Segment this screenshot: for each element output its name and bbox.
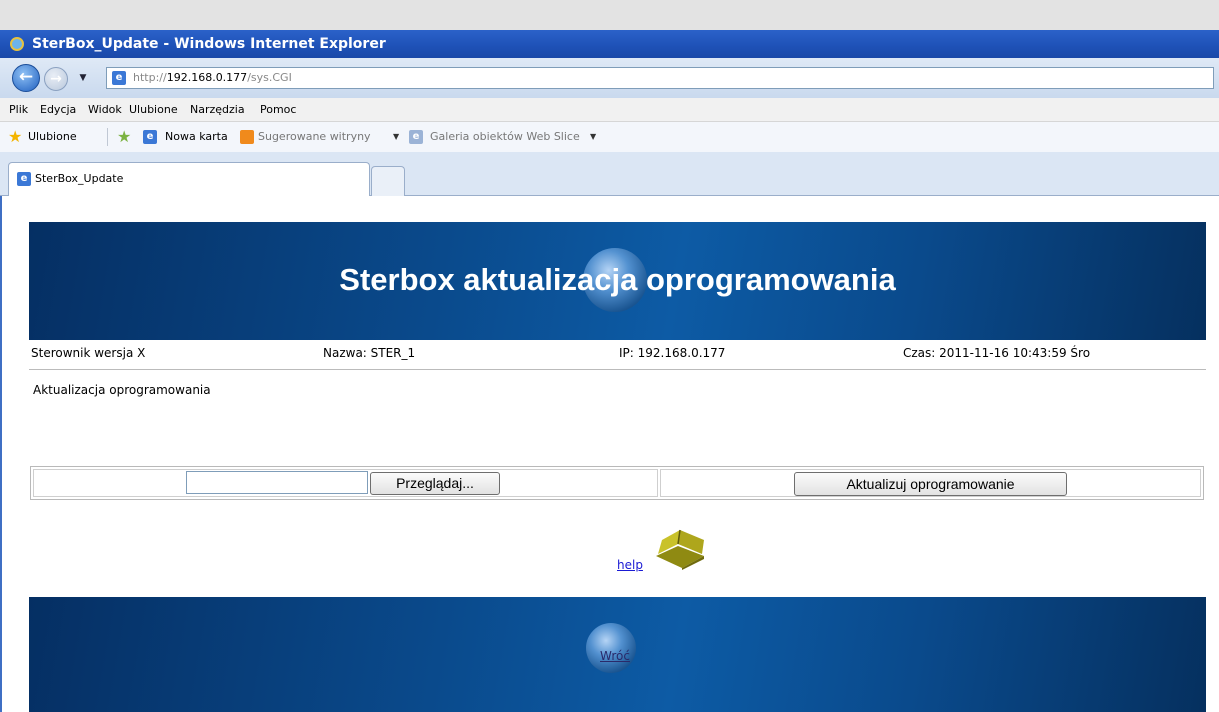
controller-ip: IP: 192.168.0.177 <box>619 346 726 360</box>
section-heading: Aktualizacja oprogramowania <box>33 383 211 397</box>
menu-item-edit[interactable]: Edycja <box>40 98 76 122</box>
favorites-separator <box>107 128 108 146</box>
file-path-input[interactable] <box>186 471 368 494</box>
address-bar[interactable]: e http://192.168.0.177/sys.CGI <box>106 67 1214 89</box>
add-favorite-icon[interactable]: ★ <box>117 127 131 146</box>
tab-label: SterBox_Update <box>35 172 124 185</box>
tab-bar: e SterBox_Update <box>0 152 1219 196</box>
status-info-row: Sterownik wersja X Nazwa: STER_1 IP: 192… <box>29 340 1206 370</box>
window-titlebar[interactable]: SterBox_Update - Windows Internet Explor… <box>0 30 1219 58</box>
url-host: 192.168.0.177 <box>166 71 248 84</box>
new-tab-link[interactable]: Nowa karta <box>165 122 228 152</box>
help-book-icon[interactable] <box>652 526 710 570</box>
window-title: SterBox_Update - Windows Internet Explor… <box>32 36 386 52</box>
controller-version: Sterownik wersja X <box>31 346 146 360</box>
navigation-bar: ← → ▼ e http://192.168.0.177/sys.CGI <box>0 58 1219 98</box>
favorites-star-icon: ★ <box>8 127 23 146</box>
menu-item-tools[interactable]: Narzędzia <box>190 98 245 122</box>
update-firmware-button[interactable]: Aktualizuj oprogramowanie <box>794 472 1067 496</box>
menu-item-help[interactable]: Pomoc <box>260 98 296 122</box>
url-scheme: http:// <box>133 71 167 84</box>
webslice-gallery-link[interactable]: Galeria obiektów Web Slice <box>430 122 580 152</box>
tab-sterbox-update[interactable]: e SterBox_Update <box>8 162 370 196</box>
window-left-border <box>0 196 10 712</box>
menu-bar: Plik Edycja Widok Ulubione Narzędzia Pom… <box>0 98 1219 122</box>
address-url[interactable]: http://192.168.0.177/sys.CGI <box>133 68 292 88</box>
desktop-strip <box>0 0 1219 30</box>
tab-page-icon: e <box>17 172 31 186</box>
forward-button[interactable]: → <box>44 67 68 91</box>
url-path: /sys.CGI <box>247 71 292 84</box>
suggested-sites-link[interactable]: Sugerowane witryny <box>258 122 371 152</box>
suggested-sites-dropdown-icon[interactable]: ▼ <box>393 122 399 152</box>
new-tab-page-icon: e <box>143 130 157 144</box>
back-button[interactable]: ← <box>12 64 40 92</box>
header-banner: Sterbox aktualizacja oprogramowania <box>29 222 1206 340</box>
controller-time: Czas: 2011-11-16 10:43:59 Śro <box>903 346 1091 360</box>
new-tab-button[interactable] <box>371 166 405 196</box>
favorites-bar: ★ Ulubione ★ e Nowa karta Sugerowane wit… <box>0 122 1219 152</box>
history-dropdown-icon[interactable]: ▼ <box>76 72 90 84</box>
webslice-icon: e <box>409 130 423 144</box>
menu-item-file[interactable]: Plik <box>9 98 28 122</box>
controller-name: Nazwa: STER_1 <box>323 346 416 360</box>
menu-item-view[interactable]: Widok <box>88 98 122 122</box>
browse-button[interactable]: Przeglądaj... <box>370 472 500 495</box>
page-title: Sterbox aktualizacja oprogramowania <box>339 262 896 297</box>
favorites-button[interactable]: Ulubione <box>28 122 77 152</box>
webslice-dropdown-icon[interactable]: ▼ <box>590 122 596 152</box>
page-icon: e <box>112 71 126 85</box>
back-link[interactable]: Wróć <box>600 648 630 664</box>
menu-item-favorites[interactable]: Ulubione <box>129 98 178 122</box>
internet-explorer-icon <box>10 37 24 51</box>
help-link[interactable]: help <box>617 556 643 574</box>
suggested-sites-icon <box>240 130 254 144</box>
